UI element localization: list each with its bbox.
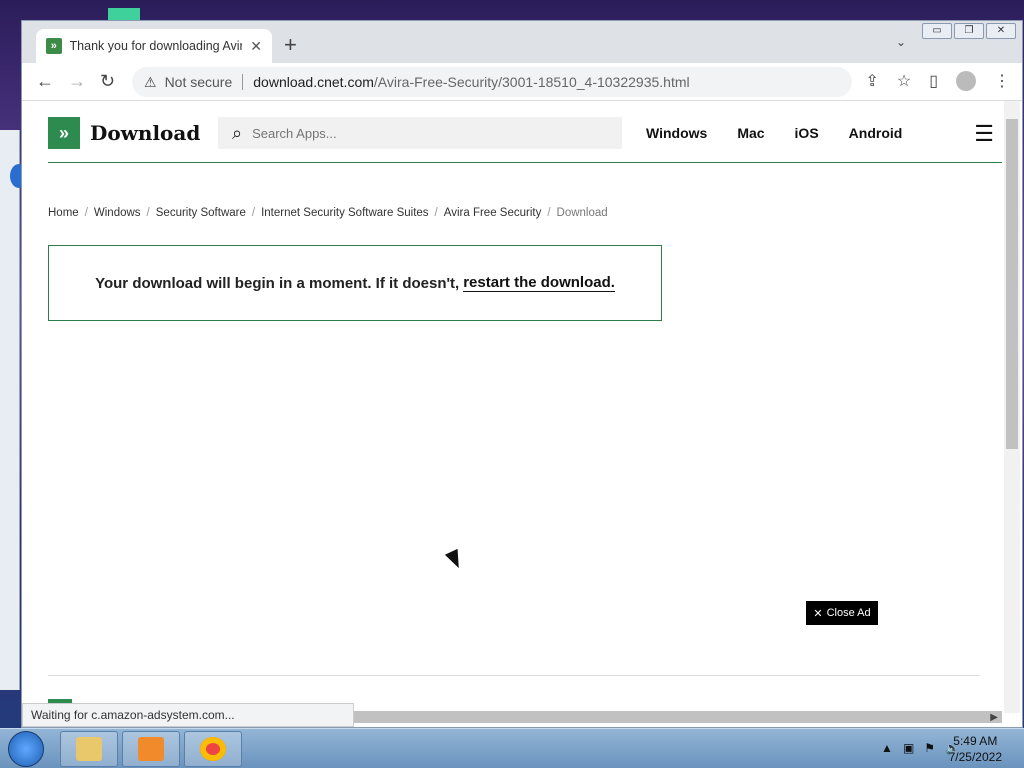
taskbar: ▲ ▣ ⚑ 🔈 5:49 AM 7/25/2022 xyxy=(0,728,1024,768)
tab-close-icon[interactable]: ✕ xyxy=(250,38,262,55)
breadcrumb-current: Download xyxy=(556,207,608,219)
tab-search-chevron-icon[interactable]: ⌄ xyxy=(896,35,906,49)
nav-mac[interactable]: Mac xyxy=(737,125,764,141)
breadcrumb-security-software[interactable]: Security Software xyxy=(156,207,246,219)
close-icon: ✕ xyxy=(813,607,823,620)
browser-window: » Thank you for downloading Avira Free S… xyxy=(21,20,1023,728)
action-center-icon[interactable]: ⚑ xyxy=(924,741,935,755)
cnet-download-favicon-icon: » xyxy=(46,38,62,54)
nav-ios[interactable]: iOS xyxy=(795,125,819,141)
browser-toolbar: ← → ↻ ⚠ Not secure download.cnet.com/Avi… xyxy=(22,63,1022,101)
close-ad-button[interactable]: ✕ Close Ad xyxy=(806,601,878,625)
breadcrumb-separator: / xyxy=(434,207,438,219)
download-logo-icon: » xyxy=(48,117,80,149)
network-icon[interactable]: ▣ xyxy=(903,741,914,755)
breadcrumb-separator: / xyxy=(84,207,88,219)
search-input[interactable] xyxy=(252,125,593,141)
download-notice-text: Your download will begin in a moment. If… xyxy=(95,274,460,292)
taskbar-explorer[interactable] xyxy=(60,731,118,767)
address-divider xyxy=(242,74,244,90)
not-secure-warning-icon[interactable]: ⚠ xyxy=(144,74,157,91)
profile-avatar-icon[interactable] xyxy=(956,71,976,91)
minimize-button[interactable]: ▭ xyxy=(922,23,952,39)
breadcrumb-separator: / xyxy=(146,207,150,219)
url-path: /Avira-Free-Security/3001-18510_4-103229… xyxy=(373,74,690,90)
scroll-right-arrow-icon[interactable]: ▶ xyxy=(990,712,998,723)
media-player-icon xyxy=(138,737,164,761)
nav-android[interactable]: Android xyxy=(849,125,903,141)
download-notice: Your download will begin in a moment. If… xyxy=(48,245,662,321)
site-search[interactable]: ⌕ xyxy=(218,117,622,149)
more-menu-icon[interactable]: ⋮ xyxy=(994,71,1010,91)
tab-title: Thank you for downloading Avira Free Sec… xyxy=(69,39,243,53)
breadcrumb-windows[interactable]: Windows xyxy=(94,207,141,219)
breadcrumb-avira[interactable]: Avira Free Security xyxy=(444,207,542,219)
horizontal-scrollbar[interactable] xyxy=(352,711,1002,723)
new-tab-button[interactable]: + xyxy=(284,33,297,57)
search-icon: ⌕ xyxy=(232,122,243,143)
section-divider xyxy=(48,675,980,676)
address-bar[interactable]: ⚠ Not secure download.cnet.com/Avira-Fre… xyxy=(132,67,852,97)
share-icon[interactable]: ⇪ xyxy=(865,71,878,91)
url-host: download.cnet.com xyxy=(253,74,374,90)
breadcrumb: Home / Windows / Security Software / Intern… xyxy=(48,207,608,219)
site-logo-text: Download xyxy=(90,121,201,145)
side-panel-icon[interactable]: ▯ xyxy=(929,71,938,91)
reload-button[interactable]: ↻ xyxy=(100,71,115,91)
tray-expand-icon[interactable]: ▲ xyxy=(881,741,893,755)
back-button[interactable]: ← xyxy=(36,71,54,91)
chrome-icon xyxy=(200,737,226,761)
window-controls: ▭ ❐ ✕ xyxy=(922,23,1016,39)
site-logo[interactable]: » Download xyxy=(48,117,200,149)
taskbar-clock[interactable]: 5:49 AM 7/25/2022 xyxy=(949,733,1002,765)
nav-windows[interactable]: Windows xyxy=(646,125,707,141)
site-header: » Download ⌕ Windows Mac iOS Android ☰ xyxy=(48,101,1002,163)
clock-time: 5:49 AM xyxy=(953,734,998,748)
taskbar-media-player[interactable] xyxy=(122,731,180,767)
desktop-shortcut[interactable] xyxy=(108,8,140,20)
web-page: » Download ⌕ Windows Mac iOS Android ☰ H… xyxy=(22,101,1002,727)
start-button[interactable] xyxy=(8,731,44,767)
tab-strip: » Thank you for downloading Avira Free S… xyxy=(22,21,1022,63)
vertical-scrollbar[interactable] xyxy=(1004,101,1020,713)
close-window-button[interactable]: ✕ xyxy=(986,23,1016,39)
tab-active[interactable]: » Thank you for downloading Avira Free S… xyxy=(36,29,272,63)
url-text[interactable]: download.cnet.com/Avira-Free-Security/30… xyxy=(253,74,689,90)
breadcrumb-internet-security-suites[interactable]: Internet Security Software Suites xyxy=(261,207,428,219)
bookmark-star-icon[interactable]: ☆ xyxy=(897,71,911,91)
close-ad-label: Close Ad xyxy=(826,607,871,619)
breadcrumb-separator: / xyxy=(547,207,551,219)
breadcrumb-home[interactable]: Home xyxy=(48,207,79,219)
status-bar: Waiting for c.amazon-adsystem.com... xyxy=(22,703,354,727)
clock-date: 7/25/2022 xyxy=(948,750,1002,764)
background-window xyxy=(0,130,28,690)
folder-icon xyxy=(76,737,102,761)
breadcrumb-separator: / xyxy=(251,207,256,219)
scrollbar-thumb[interactable] xyxy=(1006,119,1018,449)
security-status-text[interactable]: Not secure xyxy=(165,74,233,90)
restore-button[interactable]: ❐ xyxy=(954,23,984,39)
restart-download-link[interactable]: restart the download. xyxy=(463,274,615,292)
platform-nav: Windows Mac iOS Android xyxy=(646,125,902,141)
taskbar-chrome[interactable] xyxy=(184,731,242,767)
forward-button[interactable]: → xyxy=(68,71,86,91)
hamburger-menu-icon[interactable]: ☰ xyxy=(974,121,994,147)
mouse-cursor xyxy=(444,548,466,572)
toolbar-actions: ⇪ ☆ ▯ ⋮ xyxy=(865,71,1010,91)
